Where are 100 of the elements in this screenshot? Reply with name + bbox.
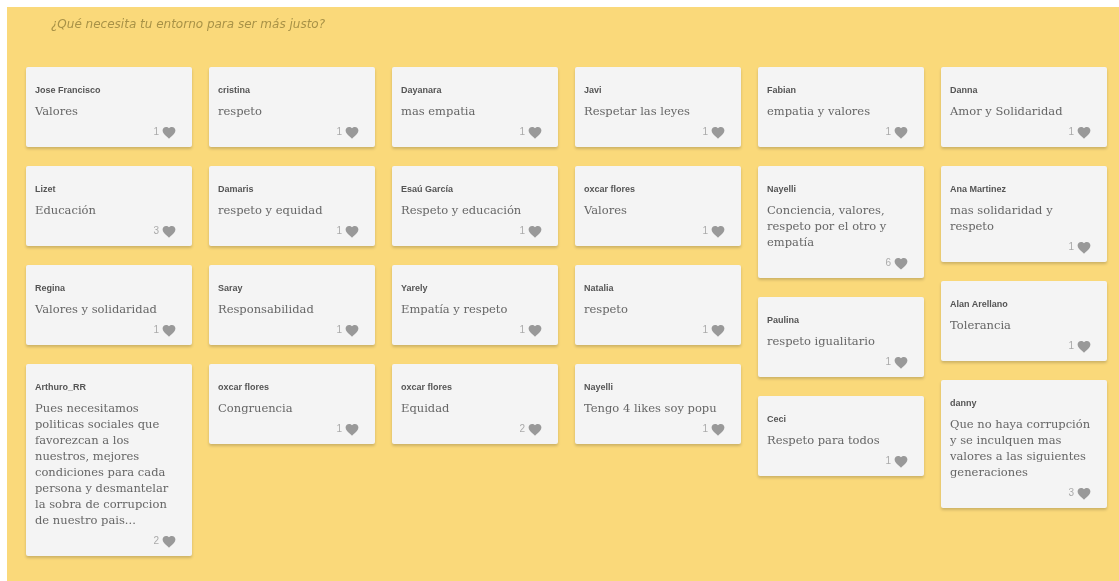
like-count: 1 bbox=[1068, 125, 1074, 139]
post-card[interactable]: Arthuro_RR Pues necesitamos politicas sociales que favorezcan a los nuestros, mejores condiciones para cada persona y desmantelar la sobra de corrupcion de nuestro pais... 2 bbox=[26, 364, 192, 556]
post-text: Empatía y respeto bbox=[401, 301, 509, 317]
post-author: cristina bbox=[218, 84, 251, 96]
heart-icon[interactable] bbox=[162, 224, 176, 238]
post-text: Equidad bbox=[401, 400, 451, 416]
post-text: mas empatia bbox=[401, 103, 477, 119]
heart-icon[interactable] bbox=[711, 224, 725, 238]
like-count: 6 bbox=[885, 256, 891, 270]
post-card[interactable]: Natalia respeto 1 bbox=[575, 265, 741, 345]
post-text: respeto igualitario bbox=[767, 333, 876, 349]
post-card[interactable]: Dayanara mas empatia 1 bbox=[392, 67, 558, 147]
like-count: 1 bbox=[153, 323, 159, 337]
post-card[interactable]: Esaú García Respeto y educación 1 bbox=[392, 166, 558, 246]
heart-icon[interactable] bbox=[528, 224, 542, 238]
post-text: Valores bbox=[584, 202, 628, 218]
post-author: Nayelli bbox=[584, 381, 615, 393]
post-text: Pues necesitamos politicas sociales que favorezcan a los nuestros, mejores condiciones para cada persona y desmantelar la sobra de corrupcion de nuestro pais... bbox=[35, 400, 170, 528]
post-text: Respeto y educación bbox=[401, 202, 523, 218]
post-text: Valores bbox=[35, 103, 79, 119]
post-text: respeto bbox=[584, 301, 629, 317]
post-card[interactable]: Danna Amor y Solidaridad 1 bbox=[941, 67, 1107, 147]
heart-icon[interactable] bbox=[894, 454, 908, 468]
post-card[interactable]: Saray Responsabilidad 1 bbox=[209, 265, 375, 345]
like-count: 1 bbox=[702, 224, 708, 238]
post-author: Nayelli bbox=[767, 183, 798, 195]
post-text: Educación bbox=[35, 202, 97, 218]
post-card[interactable]: Damaris respeto y equidad 1 bbox=[209, 166, 375, 246]
like-count: 3 bbox=[1068, 486, 1074, 500]
post-card[interactable]: Regina Valores y solidaridad 1 bbox=[26, 265, 192, 345]
heart-icon[interactable] bbox=[345, 323, 359, 337]
like-count: 1 bbox=[702, 323, 708, 337]
post-author: danny bbox=[950, 397, 978, 409]
heart-icon[interactable] bbox=[528, 323, 542, 337]
heart-icon[interactable] bbox=[345, 224, 359, 238]
heart-icon[interactable] bbox=[1077, 339, 1091, 353]
like-count: 1 bbox=[1068, 339, 1074, 353]
heart-icon[interactable] bbox=[894, 256, 908, 270]
like-count: 1 bbox=[702, 422, 708, 436]
post-card[interactable]: Ana Martinez mas solidaridad y respeto 1 bbox=[941, 166, 1107, 262]
like-count: 1 bbox=[336, 323, 342, 337]
heart-icon[interactable] bbox=[162, 125, 176, 139]
heart-icon[interactable] bbox=[528, 125, 542, 139]
post-card[interactable]: danny Que no haya corrupción y se inculquen mas valores a las siguientes generaciones 3 bbox=[941, 380, 1107, 508]
like-count: 1 bbox=[519, 224, 525, 238]
post-card[interactable]: Jose Francisco Valores 1 bbox=[26, 67, 192, 147]
post-author: Yarely bbox=[401, 282, 429, 294]
post-author: Natalia bbox=[584, 282, 615, 294]
like-count: 1 bbox=[885, 355, 891, 369]
heart-icon[interactable] bbox=[162, 534, 176, 548]
post-text: respeto bbox=[218, 103, 263, 119]
heart-icon[interactable] bbox=[162, 323, 176, 337]
post-text: Valores y solidaridad bbox=[35, 301, 158, 317]
like-count: 1 bbox=[336, 422, 342, 436]
post-card[interactable]: Fabian empatia y valores 1 bbox=[758, 67, 924, 147]
post-author: Regina bbox=[35, 282, 66, 294]
post-text: Congruencia bbox=[218, 400, 294, 416]
heart-icon[interactable] bbox=[528, 422, 542, 436]
heart-icon[interactable] bbox=[1077, 486, 1091, 500]
heart-icon[interactable] bbox=[345, 125, 359, 139]
post-author: oxcar flores bbox=[218, 381, 271, 393]
post-card[interactable]: Lizet Educación 3 bbox=[26, 166, 192, 246]
post-author: Arthuro_RR bbox=[35, 381, 87, 393]
heart-icon[interactable] bbox=[1077, 240, 1091, 254]
board-title: ¿Qué necesita tu entorno para ser más justo? bbox=[51, 17, 326, 31]
post-card[interactable]: Nayelli Conciencia, valores, respeto por el otro y empatía 6 bbox=[758, 166, 924, 278]
like-count: 2 bbox=[153, 534, 159, 548]
heart-icon[interactable] bbox=[894, 355, 908, 369]
heart-icon[interactable] bbox=[711, 323, 725, 337]
like-count: 1 bbox=[885, 454, 891, 468]
heart-icon[interactable] bbox=[1077, 125, 1091, 139]
post-author: Javi bbox=[584, 84, 603, 96]
heart-icon[interactable] bbox=[894, 125, 908, 139]
post-author: Dayanara bbox=[401, 84, 443, 96]
post-card[interactable]: Paulina respeto igualitario 1 bbox=[758, 297, 924, 377]
heart-icon[interactable] bbox=[711, 422, 725, 436]
post-text: respeto y equidad bbox=[218, 202, 324, 218]
post-card[interactable]: Yarely Empatía y respeto 1 bbox=[392, 265, 558, 345]
post-card[interactable]: oxcar flores Congruencia 1 bbox=[209, 364, 375, 444]
post-text: Respeto para todos bbox=[767, 432, 881, 448]
like-count: 1 bbox=[702, 125, 708, 139]
post-text: Conciencia, valores, respeto por el otro y empatía bbox=[767, 202, 888, 250]
post-card[interactable]: Nayelli Tengo 4 likes soy popu 1 bbox=[575, 364, 741, 444]
post-card[interactable]: cristina respeto 1 bbox=[209, 67, 375, 147]
post-author: Jose Francisco bbox=[35, 84, 102, 96]
post-text: Amor y Solidaridad bbox=[950, 103, 1064, 119]
post-card[interactable]: Ceci Respeto para todos 1 bbox=[758, 396, 924, 476]
post-author: Damaris bbox=[218, 183, 255, 195]
heart-icon[interactable] bbox=[711, 125, 725, 139]
post-card[interactable]: Javi Respetar las leyes 1 bbox=[575, 67, 741, 147]
post-author: Alan Arellano bbox=[950, 298, 1009, 310]
post-author: Paulina bbox=[767, 314, 800, 326]
post-text: Que no haya corrupción y se inculquen mas valores a las siguientes generaciones bbox=[950, 416, 1091, 480]
heart-icon[interactable] bbox=[345, 422, 359, 436]
post-text: Respetar las leyes bbox=[584, 103, 691, 119]
post-text: Responsabilidad bbox=[218, 301, 315, 317]
post-card[interactable]: Alan Arellano Tolerancia 1 bbox=[941, 281, 1107, 361]
post-card[interactable]: oxcar flores Valores 1 bbox=[575, 166, 741, 246]
post-author: oxcar flores bbox=[401, 381, 454, 393]
post-card[interactable]: oxcar flores Equidad 2 bbox=[392, 364, 558, 444]
